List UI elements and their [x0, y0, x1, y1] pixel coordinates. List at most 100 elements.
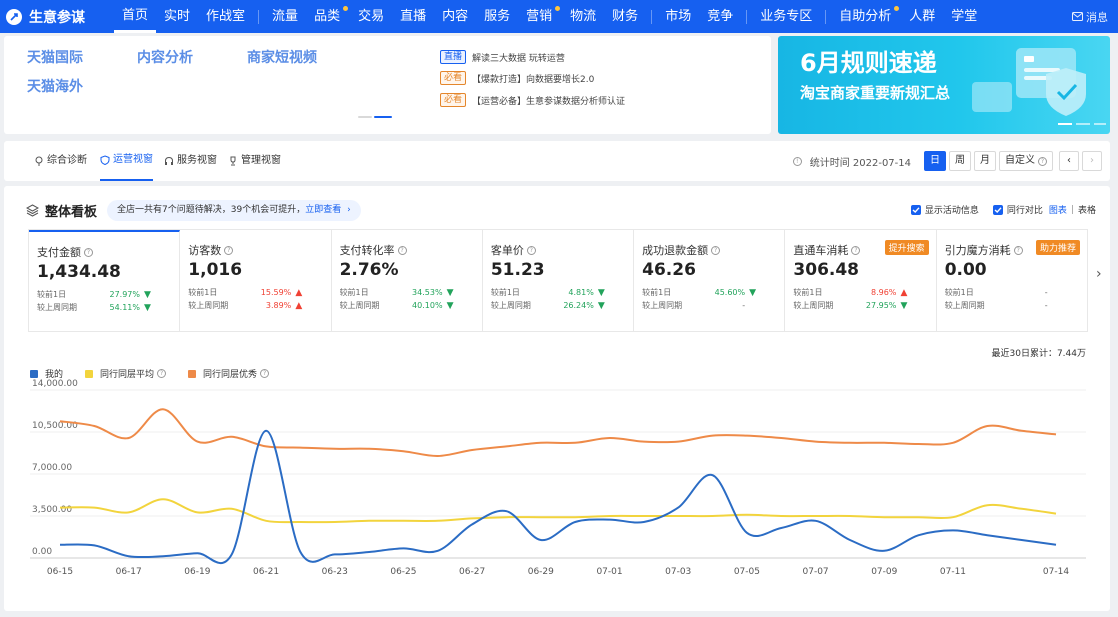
help-icon[interactable]: ? — [711, 245, 721, 255]
period-week-button[interactable]: 周 — [949, 151, 971, 171]
promo-slide-indicator[interactable] — [1076, 123, 1090, 125]
series-line-mine[interactable] — [59, 429, 1057, 564]
y-tick-label: 7,000.00 — [32, 463, 72, 473]
series-line-peer-average[interactable] — [59, 498, 1057, 524]
new-badge-dot — [555, 6, 561, 11]
link-tmall-overseas[interactable]: 天猫海外 — [27, 76, 83, 96]
info-icon[interactable]: ! — [792, 156, 802, 166]
trend-chart: 0.003,500.007,000.0010,500.0014,000.0006… — [30, 379, 1086, 577]
nav-item[interactable]: 自助分析 — [831, 0, 901, 33]
overview-board: 整体看板 全店一共有7个问题待解决，39个机会可提升，立即查看 › 显示活动信息… — [4, 186, 1110, 611]
metric-card[interactable]: 支付金额 ? 1,434.48 较前1日 27.97% ▼ 较上周同期 54.1… — [29, 230, 181, 331]
promo-subtitle: 淘宝商家重要新规汇总 — [800, 84, 951, 102]
nav-item[interactable]: 营销 — [518, 0, 562, 33]
promo-banner[interactable]: 6月规则速递 淘宝商家重要新规汇总 — [778, 36, 1110, 134]
metric-label-row: 成功退款金额 ? — [642, 242, 777, 258]
nav-menu: 首页 实时 作战室 流量 品类 交易 直播 内容 服务 营销 物流 财务 市场 竞争 业务专区 自助分析 人群学… — [114, 0, 985, 33]
arrow-up-icon: ▲ — [900, 287, 908, 298]
notice-item[interactable]: 直播 解读三大数据 玩转运营 — [440, 50, 565, 64]
notice-item[interactable]: 必看 【爆款打造】向数据要增长2.0 — [440, 71, 594, 85]
tab-diagnosis[interactable]: 综合诊断 — [34, 141, 87, 181]
next-date-button[interactable]: › — [1082, 151, 1102, 171]
view-table-toggle[interactable]: 表格 — [1078, 203, 1096, 216]
board-title: 整体看板 — [45, 205, 98, 220]
nav-item[interactable]: 实时 — [156, 0, 198, 33]
compare-value: 54.11% — [109, 303, 140, 312]
peer-compare-checkbox[interactable] — [992, 204, 1003, 215]
nav-item[interactable]: 服务 — [476, 0, 518, 33]
prev-date-button[interactable]: ‹ — [1059, 151, 1079, 171]
metric-card[interactable]: 访客数 ? 1,016 较前1日 15.59% ▲ 较上周同期 3.89% ▲ — [180, 230, 332, 331]
check-icon — [912, 206, 920, 213]
nav-item[interactable]: 学堂 — [943, 0, 985, 33]
nav-item[interactable]: 业务专区 — [752, 0, 820, 33]
compare-label: 较上周同期 — [490, 301, 531, 310]
metric-card[interactable]: 直通车消耗 ? 306.48 较前1日 8.96% ▲ 较上周同期 27.95%… — [785, 230, 937, 331]
metric-action-badge[interactable]: 提升搜索 — [884, 240, 929, 255]
help-icon[interactable]: ? — [224, 245, 234, 255]
compare-label: 较前1日 — [339, 288, 369, 297]
metric-card[interactable]: 引力魔方消耗 ? 0.00 较前1日 - 较上周同期 - 助力推荐 — [937, 230, 1087, 331]
nav-item[interactable]: 直播 — [392, 0, 434, 33]
link-tmall-intl[interactable]: 天猫国际 — [27, 47, 83, 67]
series-line-peer-excellent[interactable] — [59, 408, 1057, 458]
link-merchant-video[interactable]: 商家短视频 — [247, 47, 317, 67]
chevron-right-icon: › — [347, 205, 351, 215]
brand-logo[interactable]: 生意参谋 — [6, 7, 114, 27]
tab-service[interactable]: 服务视窗 — [164, 141, 217, 181]
tab-management[interactable]: 管理视窗 — [228, 141, 281, 181]
compare-label: 较前1日 — [793, 288, 823, 297]
metric-card[interactable]: 支付转化率 ? 2.76% 较前1日 34.53% ▼ 较上周同期 40.10%… — [332, 230, 483, 331]
period-day-button[interactable]: 日 — [924, 151, 946, 171]
arrow-down-icon: ▼ — [900, 300, 908, 311]
compare-row: 较前1日 8.96% ▲ — [793, 287, 928, 298]
metric-value: 51.23 — [490, 260, 545, 280]
tab-operations[interactable]: 运营视窗 — [100, 141, 153, 181]
compare-row: 较前1日 45.60% ▼ — [642, 287, 777, 298]
arrow-down-icon: ▼ — [144, 289, 151, 300]
period-custom-button[interactable]: 自定义 ? — [999, 151, 1053, 171]
nav-item[interactable]: 首页 — [114, 0, 157, 33]
nav-item[interactable]: 品类 — [306, 0, 350, 33]
metrics-next-arrow-icon[interactable]: › — [1096, 266, 1110, 282]
link-content-analysis[interactable]: 内容分析 — [137, 47, 193, 67]
compare-row: 较前1日 4.81% ▼ — [491, 287, 626, 298]
metric-label: 直通车消耗 — [793, 244, 849, 257]
nav-item[interactable]: 流量 — [264, 0, 306, 33]
help-icon[interactable]: ? — [84, 247, 93, 257]
view-chart-toggle[interactable]: 图表 — [1049, 203, 1067, 216]
nav-item[interactable]: 物流 — [562, 0, 604, 33]
nav-item[interactable]: 内容 — [434, 0, 476, 33]
notice-item[interactable]: 必看 【运营必备】生意参谋数据分析师认证 — [440, 93, 625, 107]
compare-value: 4.81% — [568, 288, 594, 297]
nav-item[interactable]: 市场 — [657, 0, 699, 33]
compare-label: 较前1日 — [490, 288, 520, 297]
metric-action-badge[interactable]: 助力推荐 — [1035, 240, 1080, 255]
nav-item[interactable]: 财务 — [604, 0, 646, 33]
slide-indicator-active[interactable] — [374, 116, 392, 118]
y-tick-label: 0.00 — [32, 547, 52, 557]
view-issues-link[interactable]: 立即查看 — [305, 205, 341, 215]
period-month-button[interactable]: 月 — [974, 151, 996, 171]
nav-item[interactable]: 竞争 — [699, 0, 741, 33]
help-icon[interactable]: ? — [1013, 245, 1023, 255]
compare-row: 较上周同期 - — [945, 300, 1080, 311]
show-activity-checkbox[interactable] — [910, 204, 921, 215]
nav-item[interactable]: 作战室 — [198, 0, 253, 33]
arrow-down-icon: ▼ — [749, 287, 757, 298]
nav-item[interactable]: 人群 — [901, 0, 943, 33]
metric-value: 46.26 — [642, 260, 696, 280]
nav-item[interactable]: 交易 — [350, 0, 392, 33]
help-icon[interactable]: ? — [851, 245, 861, 255]
message-button[interactable]: 消息 — [1072, 9, 1108, 25]
notice-tag: 必看 — [440, 93, 467, 107]
promo-slide-indicator[interactable] — [1094, 123, 1106, 125]
help-icon[interactable]: ? — [526, 245, 536, 255]
slide-indicator[interactable] — [358, 116, 372, 118]
metric-card[interactable]: 成功退款金额 ? 46.26 较前1日 45.60% ▼ 较上周同期 - — [634, 230, 786, 331]
help-icon[interactable]: ? — [397, 245, 407, 255]
compare-value: - — [1044, 301, 1048, 310]
promo-slide-indicator[interactable] — [1058, 123, 1072, 125]
metric-card[interactable]: 客单价 ? 51.23 较前1日 4.81% ▼ 较上周同期 26.24% ▼ — [483, 230, 635, 331]
envelope-icon — [1072, 12, 1083, 21]
